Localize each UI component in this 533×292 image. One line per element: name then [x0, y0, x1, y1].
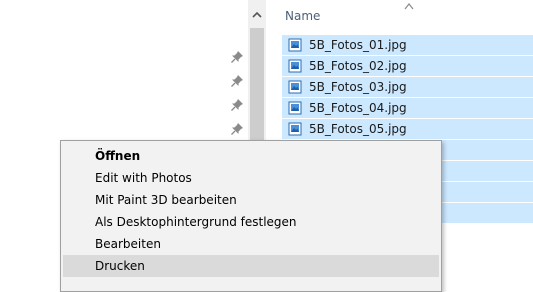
- pin-icon[interactable]: [230, 122, 244, 136]
- image-file-icon: [288, 80, 302, 94]
- image-file-icon: [288, 59, 302, 73]
- file-name: 5B_Fotos_01.jpg: [309, 38, 407, 52]
- file-row[interactable]: 5B_Fotos_04.jpg: [282, 98, 533, 118]
- menu-item-label: Als Desktophintergrund festlegen: [95, 215, 297, 229]
- file-name: 5B_Fotos_03.jpg: [309, 80, 407, 94]
- image-file-icon: [288, 101, 302, 115]
- image-file-icon: [288, 38, 302, 52]
- file-row[interactable]: 5B_Fotos_02.jpg: [282, 56, 533, 76]
- menu-item-oeffnen[interactable]: Öffnen: [63, 145, 439, 167]
- file-name: 5B_Fotos_02.jpg: [309, 59, 407, 73]
- context-menu: Öffnen Edit with Photos Mit Paint 3D bea…: [60, 140, 442, 292]
- scroll-up-button[interactable]: [248, 0, 266, 28]
- menu-item-label: Öffnen: [95, 149, 141, 163]
- column-header-name[interactable]: Name: [285, 9, 320, 23]
- pin-icon[interactable]: [230, 50, 244, 64]
- menu-item-label: Drucken: [95, 259, 145, 273]
- image-file-icon: [288, 122, 302, 136]
- file-row[interactable]: 5B_Fotos_03.jpg: [282, 77, 533, 97]
- file-name: 5B_Fotos_05.jpg: [309, 122, 407, 136]
- chevron-up-icon: [252, 11, 262, 18]
- menu-item-label: Mit Paint 3D bearbeiten: [95, 193, 237, 207]
- pin-icon[interactable]: [230, 98, 244, 112]
- menu-item-desktop-background[interactable]: Als Desktophintergrund festlegen: [63, 211, 439, 233]
- pin-icon[interactable]: [230, 74, 244, 88]
- menu-item-edit-with-photos[interactable]: Edit with Photos: [63, 167, 439, 189]
- file-name: 5B_Fotos_04.jpg: [309, 101, 407, 115]
- menu-item-paint-3d[interactable]: Mit Paint 3D bearbeiten: [63, 189, 439, 211]
- menu-item-drucken[interactable]: Drucken: [63, 255, 439, 277]
- sort-ascending-icon: [404, 2, 414, 10]
- file-row[interactable]: 5B_Fotos_05.jpg: [282, 119, 533, 139]
- file-row[interactable]: 5B_Fotos_01.jpg: [282, 35, 533, 55]
- menu-item-label: Edit with Photos: [95, 171, 192, 185]
- menu-item-label: Bearbeiten: [95, 237, 161, 251]
- menu-item-bearbeiten[interactable]: Bearbeiten: [63, 233, 439, 255]
